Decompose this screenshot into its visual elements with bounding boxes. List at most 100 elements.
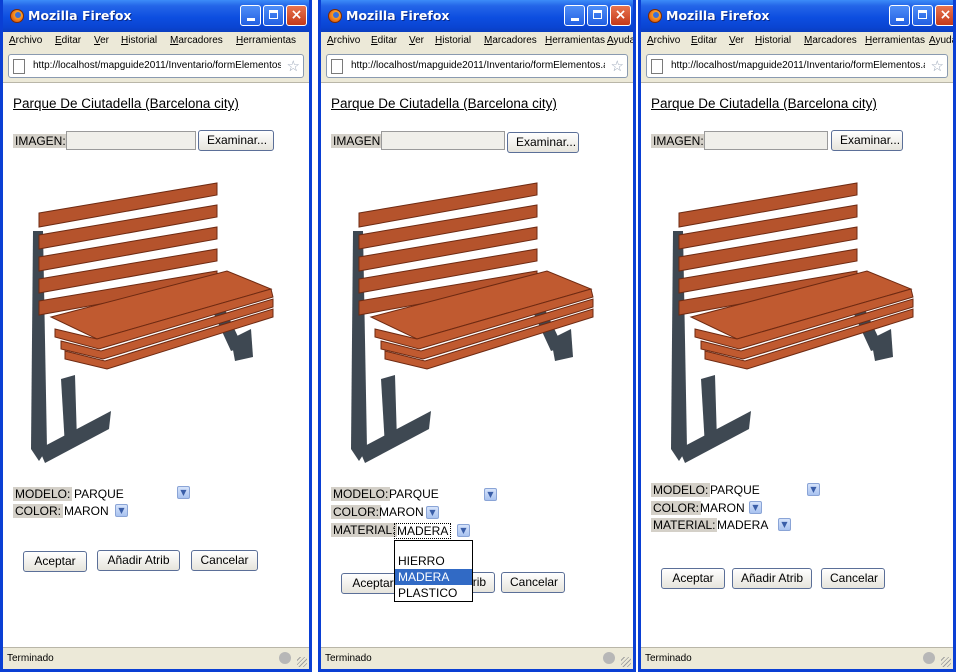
menu-historial[interactable]: Historial [755,35,791,46]
image-label: IMAGEN: [331,134,386,148]
maximize-button[interactable] [912,5,933,26]
title-bar[interactable]: Mozilla Firefox × [641,0,953,32]
menu-marcadores[interactable]: Marcadores [484,35,537,46]
modelo-select[interactable]: PARQUE [74,487,124,501]
menu-herramientas[interactable]: Herramientas [236,35,296,46]
cancel-button[interactable]: Cancelar [501,572,565,593]
menu-editar[interactable]: Editar [55,35,81,46]
menu-editar[interactable]: Editar [691,35,717,46]
material-select[interactable]: MADERA [394,523,452,539]
modelo-dropdown-arrow[interactable]: ▼ [177,486,190,499]
menu-ver[interactable]: Ver [729,35,744,46]
navigation-bar: http://localhost/mapguide2011/Inventario… [3,50,309,83]
menu-marcadores[interactable]: Marcadores [804,35,857,46]
material-option[interactable]: PLASTICO [395,585,472,601]
menu-marcadores[interactable]: Marcadores [170,35,223,46]
close-button[interactable]: × [286,5,307,26]
cancel-button[interactable]: Cancelar [191,550,258,571]
address-bar[interactable]: http://localhost/mapguide2011/Inventario… [8,54,304,78]
window-title: Mozilla Firefox [28,8,132,23]
connection-status-icon [279,652,291,664]
modelo-label: MODELO: [13,487,73,501]
minimize-button[interactable] [564,5,585,26]
menu-bar: Archivo Editar Ver Historial Marcadores … [3,32,309,50]
menu-herramientas[interactable]: Herramientas [545,35,605,46]
menu-ayuda[interactable]: Ayuda [607,35,633,46]
minimize-button[interactable] [240,5,261,26]
status-bar: Terminado [641,647,953,669]
color-select[interactable]: MARON [64,504,109,518]
modelo-dropdown-arrow[interactable]: ▼ [484,488,497,501]
color-label: COLOR: [651,501,702,515]
color-dropdown-arrow[interactable]: ▼ [749,501,762,514]
modelo-select[interactable]: PARQUE [389,487,439,501]
color-dropdown-arrow[interactable]: ▼ [115,504,128,517]
image-file-input[interactable] [381,131,505,150]
status-bar: Terminado [321,647,633,669]
material-dropdown-arrow[interactable]: ▼ [778,518,791,531]
material-label: MATERIAL: [651,518,718,532]
menu-historial[interactable]: Historial [435,35,471,46]
close-button[interactable]: × [935,5,953,26]
connection-status-icon [923,652,935,664]
resize-grip[interactable] [941,657,951,667]
browse-button[interactable]: Examinar... [507,132,579,153]
menu-bar: Archivo Editar Ver Historial Marcadores … [641,32,953,50]
page-heading: Parque De Ciutadella (Barcelona city) [651,96,877,111]
address-bar[interactable]: http://localhost/mapguide2011/Inventario… [326,54,628,78]
bookmark-star-icon[interactable]: ☆ [931,57,944,75]
color-dropdown-arrow[interactable]: ▼ [426,506,439,519]
close-button[interactable]: × [610,5,631,26]
color-select[interactable]: MARON [379,505,424,519]
material-dropdown-list: HIERRO MADERA PLASTICO [394,540,473,602]
add-attribute-button[interactable]: Añadir Atrib [97,550,180,571]
add-attribute-button[interactable]: Añadir Atrib [732,568,812,589]
image-file-input[interactable] [704,131,828,150]
firefox-window-2: Mozilla Firefox × Archivo Editar Ver His… [318,0,636,672]
menu-ayuda[interactable]: Ayuda [929,35,953,46]
bench-image [671,182,914,463]
bookmark-star-icon[interactable]: ☆ [287,57,300,75]
menu-herramientas[interactable]: Herramientas [865,35,925,46]
material-option[interactable]: HIERRO [395,553,472,569]
modelo-label: MODELO: [651,483,711,497]
title-bar[interactable]: Mozilla Firefox × [3,0,309,32]
modelo-select[interactable]: PARQUE [710,483,760,497]
firefox-icon [328,9,342,23]
status-text: Terminado [645,653,692,664]
menu-archivo[interactable]: Archivo [647,35,680,46]
window-title: Mozilla Firefox [666,8,770,23]
maximize-button[interactable] [587,5,608,26]
menu-editar[interactable]: Editar [371,35,397,46]
maximize-button[interactable] [263,5,284,26]
resize-grip[interactable] [621,657,631,667]
bench-image [31,182,274,463]
window-title: Mozilla Firefox [346,8,450,23]
bench-image [351,182,594,463]
browse-button[interactable]: Examinar... [831,130,903,151]
modelo-dropdown-arrow[interactable]: ▼ [807,483,820,496]
browse-button[interactable]: Examinar... [198,130,274,151]
url-text: http://localhost/mapguide2011/Inventario… [33,60,281,71]
navigation-bar: http://localhost/mapguide2011/Inventario… [641,50,953,83]
image-file-input[interactable] [66,131,196,150]
color-label: COLOR: [13,504,64,518]
address-bar[interactable]: http://localhost/mapguide2011/Inventario… [646,54,948,78]
material-dropdown-arrow[interactable]: ▼ [457,524,470,537]
page-heading: Parque De Ciutadella (Barcelona city) [13,96,239,111]
menu-historial[interactable]: Historial [121,35,157,46]
color-select[interactable]: MARON [700,501,745,515]
bookmark-star-icon[interactable]: ☆ [611,57,624,75]
material-option-selected[interactable]: MADERA [395,569,472,585]
accept-button[interactable]: Aceptar [23,551,87,572]
accept-button[interactable]: Aceptar [661,568,725,589]
cancel-button[interactable]: Cancelar [821,568,885,589]
minimize-button[interactable] [889,5,910,26]
material-select[interactable]: MADERA [717,518,768,532]
menu-ver[interactable]: Ver [94,35,109,46]
menu-archivo[interactable]: Archivo [9,35,42,46]
menu-archivo[interactable]: Archivo [327,35,360,46]
menu-ver[interactable]: Ver [409,35,424,46]
title-bar[interactable]: Mozilla Firefox × [321,0,633,32]
resize-grip[interactable] [297,657,307,667]
